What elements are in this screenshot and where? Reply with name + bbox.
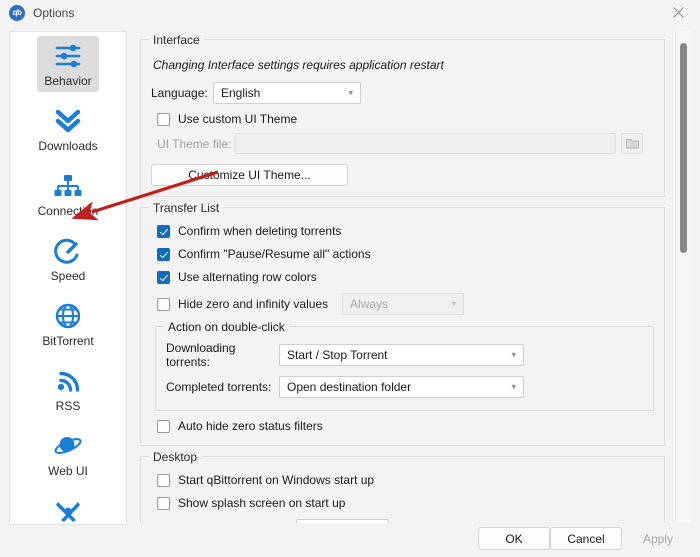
confirm-delete-checkbox[interactable] [157, 224, 170, 238]
desktop-group: Desktop Start qBittorrent on Windows sta… [140, 450, 665, 523]
downloading-action-value: Start / Stop Torrent [287, 348, 388, 362]
completed-action-row: Completed torrents: Open destination fol… [166, 376, 643, 398]
hide-zero-checkbox[interactable] [157, 297, 170, 311]
hide-zero-label: Hide zero and infinity values [178, 297, 329, 311]
chevron-down-icon: ▾ [511, 381, 516, 392]
confirm-pause-resume-label: Confirm "Pause/Resume all" actions [178, 247, 371, 261]
theme-file-row: UI Theme file: [157, 133, 654, 154]
transfer-list-group: Transfer List Confirm when deleting torr… [140, 201, 665, 446]
hide-zero-value: Always [350, 297, 389, 311]
start-on-windows-row[interactable]: Start qBittorrent on Windows start up [157, 473, 654, 487]
options-dialog-body: Behavior Downloads Connection Speed BitT… [0, 25, 700, 557]
sidebar-item-label: Connection [37, 204, 99, 218]
tools-icon [51, 494, 85, 524]
globe-icon [51, 299, 85, 333]
sidebar-item-label: BitTorrent [42, 334, 94, 348]
close-icon[interactable] [656, 0, 700, 25]
downloading-action-label: Downloading torrents: [166, 341, 236, 369]
sidebar-item-label: RSS [55, 399, 81, 413]
completed-action-label: Completed torrents: [166, 380, 272, 394]
completed-action-value: Open destination folder [287, 380, 412, 394]
apply-button: Apply [642, 531, 674, 546]
start-on-windows-checkbox[interactable] [157, 473, 170, 487]
sidebar-item-bittorrent[interactable]: BitTorrent [10, 292, 126, 357]
restart-note: Changing Interface settings requires app… [153, 58, 444, 72]
theme-file-input[interactable] [235, 133, 616, 154]
alternating-rows-row[interactable]: Use alternating row colors [157, 270, 654, 284]
settings-sidebar[interactable]: Behavior Downloads Connection Speed BitT… [9, 31, 127, 525]
downloading-action-select[interactable]: Start / Stop Torrent ▾ [279, 344, 524, 366]
sliders-icon [51, 39, 85, 73]
double-click-group: Action on double-click Downloading torre… [155, 320, 654, 411]
title-bar: qb Options [0, 0, 700, 26]
alternating-rows-label: Use alternating row colors [178, 270, 317, 284]
sidebar-item-label: Speed [50, 269, 86, 283]
confirm-pause-resume-row[interactable]: Confirm "Pause/Resume all" actions [157, 247, 654, 261]
language-value: English [221, 86, 261, 100]
content-scrollbar[interactable] [675, 31, 691, 523]
sidebar-item-behavior[interactable]: Behavior [10, 32, 126, 97]
completed-action-select[interactable]: Open destination folder ▾ [279, 376, 524, 398]
app-icon: qb [9, 4, 25, 21]
transfer-list-group-title: Transfer List [149, 201, 224, 215]
sidebar-item-label: Behavior [44, 74, 92, 88]
confirm-delete-row[interactable]: Confirm when deleting torrents [157, 224, 654, 238]
use-custom-theme-label: Use custom UI Theme [178, 112, 298, 126]
speedometer-icon [51, 234, 85, 268]
sidebar-item-connection[interactable]: Connection [10, 162, 126, 227]
splash-screen-label: Show splash screen on start up [178, 496, 346, 510]
sidebar-item-web-ui[interactable]: Web UI [10, 422, 126, 487]
interface-group: Interface Changing Interface settings re… [140, 33, 665, 197]
chevron-down-icon: ▾ [348, 87, 353, 98]
alternating-rows-checkbox[interactable] [157, 270, 170, 284]
confirm-delete-label: Confirm when deleting torrents [178, 224, 342, 238]
planet-icon [51, 429, 85, 463]
sidebar-item-label: Downloads [38, 139, 98, 153]
double-click-group-title: Action on double-click [164, 320, 289, 334]
scroll-content: Interface Changing Interface settings re… [132, 31, 673, 523]
settings-content-pane: Interface Changing Interface settings re… [132, 31, 691, 523]
splash-screen-checkbox[interactable] [157, 496, 170, 510]
customize-ui-theme-button[interactable]: Customize UI Theme... [151, 164, 348, 186]
interface-group-title: Interface [149, 33, 204, 47]
network-icon [51, 169, 85, 203]
sidebar-item-speed[interactable]: Speed [10, 227, 126, 292]
sidebar-item-label: Web UI [48, 464, 88, 478]
folder-icon[interactable] [621, 133, 643, 154]
chevron-down-icon: ▾ [511, 349, 516, 360]
auto-hide-filters-row[interactable]: Auto hide zero status filters [157, 419, 654, 433]
auto-hide-filters-checkbox[interactable] [157, 419, 170, 433]
downloading-action-row: Downloading torrents: Start / Stop Torre… [166, 341, 643, 369]
sidebar-item-rss[interactable]: RSS [10, 357, 126, 422]
auto-hide-filters-label: Auto hide zero status filters [178, 419, 323, 433]
ok-button[interactable]: OK [478, 527, 550, 550]
desktop-group-title: Desktop [149, 450, 202, 464]
window-title: Options [33, 5, 75, 20]
start-on-windows-label: Start qBittorrent on Windows start up [178, 473, 375, 487]
theme-file-label: UI Theme file: [157, 136, 232, 151]
double-chevron-down-icon [51, 104, 85, 138]
cancel-button[interactable]: Cancel [550, 527, 622, 550]
hide-zero-select[interactable]: Always ▾ [342, 293, 464, 315]
confirm-pause-resume-checkbox[interactable] [157, 247, 170, 261]
chevron-down-icon: ▾ [451, 298, 456, 309]
sidebar-item-advanced[interactable]: Advanced [10, 487, 126, 524]
splash-screen-row[interactable]: Show splash screen on start up [157, 496, 654, 510]
language-row: Language: English ▾ [151, 82, 654, 104]
hide-zero-row[interactable]: Hide zero and infinity values Always ▾ [157, 293, 654, 315]
language-label: Language: [151, 86, 208, 100]
use-custom-theme-row[interactable]: Use custom UI Theme [157, 112, 654, 126]
use-custom-theme-checkbox[interactable] [157, 112, 170, 126]
language-select[interactable]: English ▾ [213, 82, 361, 104]
scrollbar-thumb[interactable] [680, 43, 687, 253]
dialog-footer: OK Cancel Apply [0, 523, 700, 557]
sidebar-item-downloads[interactable]: Downloads [10, 97, 126, 162]
rss-icon [51, 364, 85, 398]
